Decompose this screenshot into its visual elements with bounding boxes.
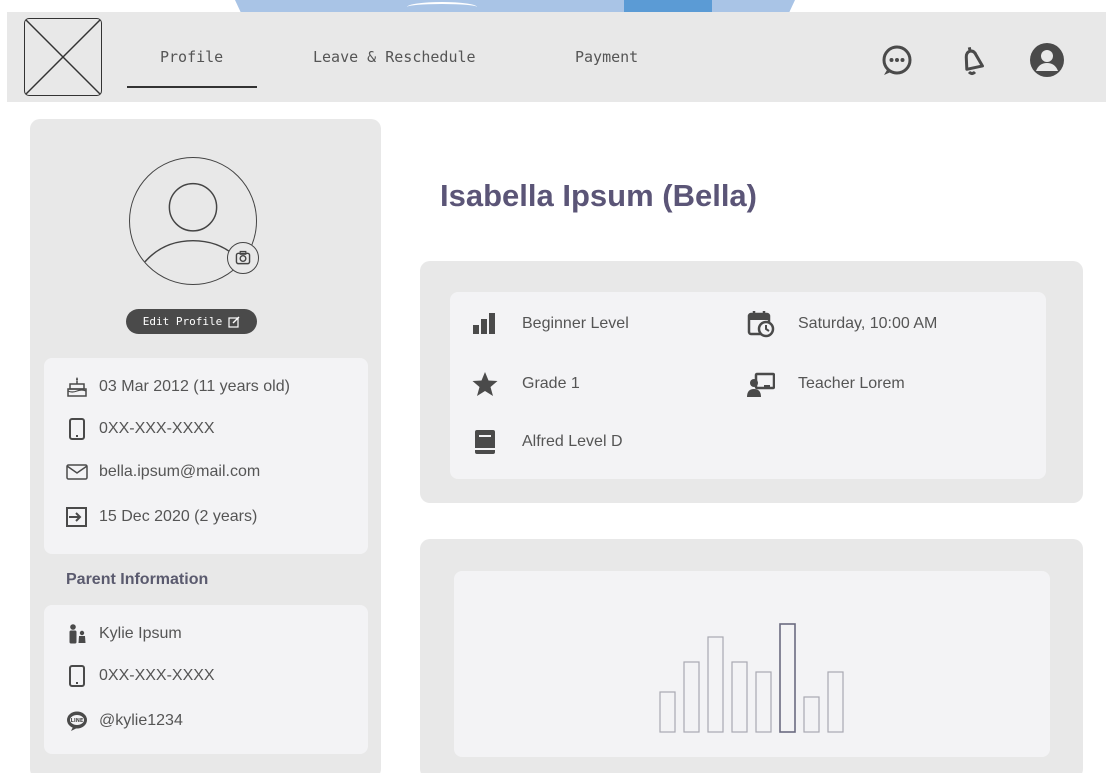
camera-icon[interactable] [227, 242, 259, 274]
top-decoration [235, 0, 795, 12]
parent-name-text: Kylie Ipsum [99, 625, 182, 642]
top-navigation-bar: Profile Leave & Reschedule Payment [7, 12, 1106, 102]
phone-row: 0XX-XXX-XXXX [66, 418, 215, 440]
class-details-card: Beginner Level Grade 1 Alfred Level D Sa… [450, 292, 1046, 479]
birthday-text: 03 Mar 2012 (11 years old) [99, 378, 290, 395]
progress-bar-chart [659, 623, 844, 733]
tab-leave-reschedule[interactable]: Leave & Reschedule [313, 48, 476, 66]
student-name-heading: Isabella Ipsum (Bella) [440, 178, 757, 213]
parent-name-row: Kylie Ipsum [66, 623, 182, 645]
parent-line-text: @kylie1234 [99, 712, 183, 729]
chat-icon[interactable] [879, 42, 915, 78]
calendar-clock-icon [746, 309, 776, 339]
tab-profile[interactable]: Profile [160, 48, 223, 66]
line-app-icon: LINE [66, 710, 88, 732]
progress-chart-card [454, 571, 1050, 757]
chart-bar [755, 671, 772, 733]
chart-bar [659, 691, 676, 733]
mail-icon [66, 461, 88, 483]
student-info-card: 03 Mar 2012 (11 years old) 0XX-XXX-XXXX … [44, 358, 368, 554]
birthday-row: 03 Mar 2012 (11 years old) [66, 376, 290, 398]
chart-bar [707, 636, 724, 733]
book-icon [470, 427, 500, 457]
phone-icon [66, 418, 88, 440]
edit-profile-button[interactable]: Edit Profile [126, 309, 257, 334]
joined-text: 15 Dec 2020 (2 years) [99, 508, 258, 525]
teacher-text: Teacher Lorem [798, 375, 905, 392]
level-row: Beginner Level [470, 309, 629, 339]
chart-bar [779, 623, 796, 733]
progress-chart-panel [420, 539, 1083, 773]
bell-icon[interactable] [954, 42, 990, 78]
tab-payment[interactable]: Payment [575, 48, 638, 66]
email-text: bella.ipsum@mail.com [99, 463, 261, 480]
schedule-row: Saturday, 10:00 AM [746, 309, 937, 339]
sign-in-icon [66, 506, 88, 528]
class-details-panel: Beginner Level Grade 1 Alfred Level D Sa… [420, 261, 1083, 503]
chart-bar [827, 671, 844, 733]
teacher-icon [746, 369, 776, 399]
family-icon [66, 623, 88, 645]
edit-profile-label: Edit Profile [142, 315, 223, 328]
svg-text:LINE: LINE [71, 718, 84, 724]
teacher-row: Teacher Lorem [746, 369, 905, 399]
parent-info-card: Kylie Ipsum 0XX-XXX-XXXX LINE @kylie1234 [44, 605, 368, 754]
parent-phone-text: 0XX-XXX-XXXX [99, 667, 215, 684]
parent-phone-row: 0XX-XXX-XXXX [66, 665, 215, 687]
level-text: Beginner Level [522, 315, 629, 332]
phone-icon [66, 665, 88, 687]
bar-chart-icon [470, 309, 500, 339]
active-tab-underline [127, 86, 257, 88]
edit-icon [228, 316, 240, 328]
star-icon [470, 369, 500, 399]
phone-text: 0XX-XXX-XXXX [99, 420, 215, 437]
schedule-text: Saturday, 10:00 AM [798, 315, 938, 332]
chart-bar [803, 696, 820, 733]
user-circle-icon[interactable] [1029, 42, 1065, 78]
chart-bar [683, 661, 700, 733]
chart-bar [731, 661, 748, 733]
joined-row: 15 Dec 2020 (2 years) [66, 506, 257, 528]
cake-icon [66, 376, 88, 398]
logo-placeholder[interactable] [24, 18, 102, 96]
profile-sidebar: Edit Profile 03 Mar 2012 (11 years old) … [30, 119, 381, 773]
grade-row: Grade 1 [470, 369, 580, 399]
book-row: Alfred Level D [470, 427, 623, 457]
book-text: Alfred Level D [522, 433, 623, 450]
email-row: bella.ipsum@mail.com [66, 461, 260, 483]
parent-line-row: LINE @kylie1234 [66, 710, 183, 732]
parent-info-heading: Parent Information [66, 571, 209, 588]
grade-text: Grade 1 [522, 375, 580, 392]
